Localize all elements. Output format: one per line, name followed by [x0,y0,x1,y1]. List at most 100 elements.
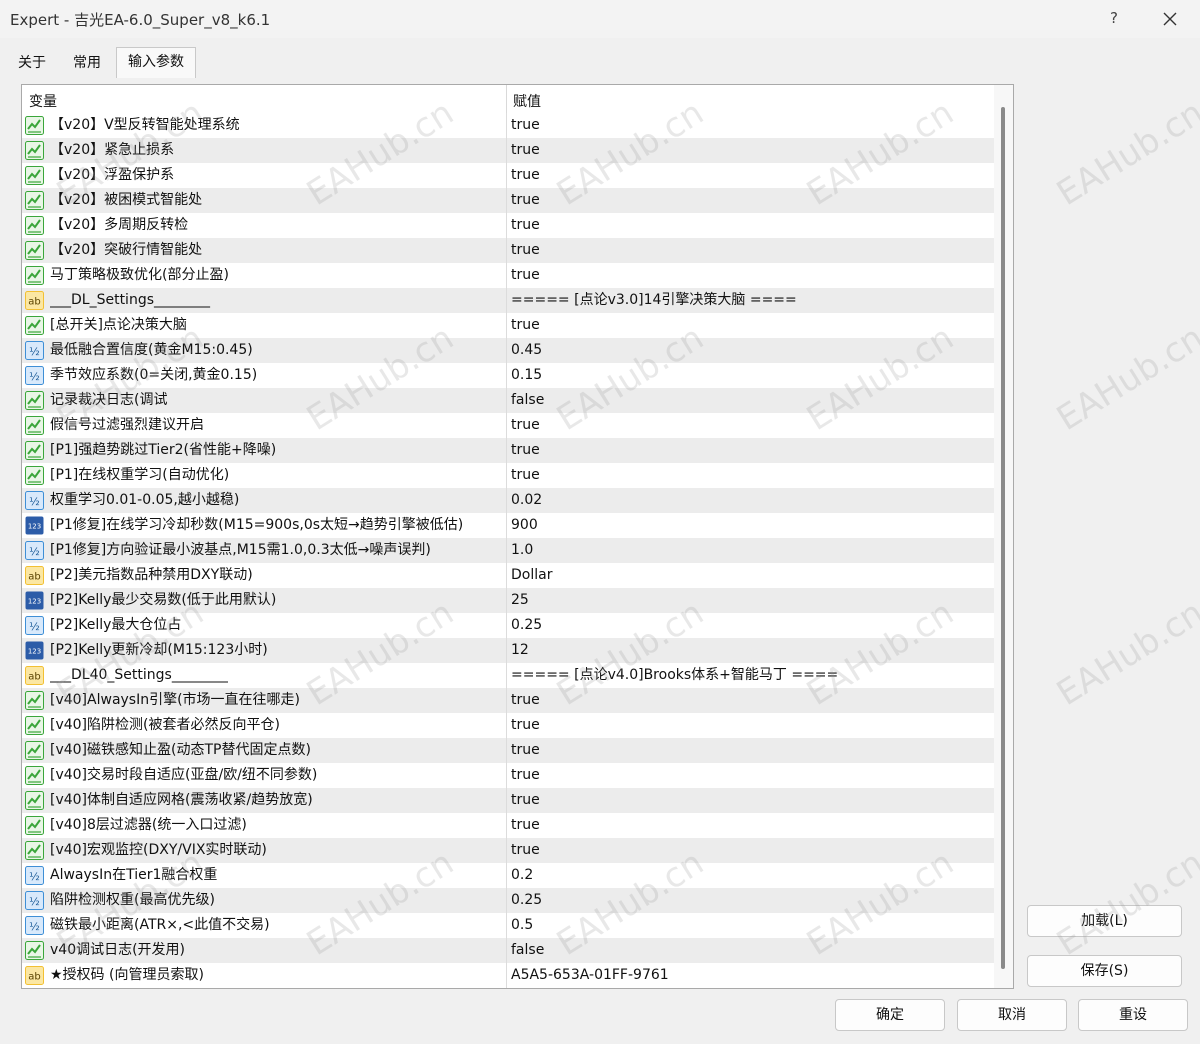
parameter-value[interactable]: true [511,138,989,163]
table-row[interactable]: [总开关]点论决策大脑 true [22,313,994,338]
column-divider[interactable] [506,85,507,113]
parameter-value[interactable]: true [511,238,989,263]
svg-text:½: ½ [29,495,40,508]
table-row[interactable]: v40调试日志(开发用) false [22,938,994,963]
parameter-value[interactable]: 900 [511,513,989,538]
double-type-icon: ½ [25,541,44,560]
table-row[interactable]: 【v20】多周期反转检 true [22,213,994,238]
tab-common[interactable]: 常用 [63,50,111,77]
parameter-name: [P2]Kelly更新冷却(M15:123小时) [50,642,268,658]
parameter-value[interactable]: ===== [点论v4.0]Brooks体系+智能马丁 ==== [511,663,989,688]
table-row[interactable]: ½ [P1修复]方向验证最小波基点,M15需1.0,0.3太低→噪声误判) 1.0 [22,538,994,563]
table-row[interactable]: 假信号过滤强烈建议开启 true [22,413,994,438]
tab-input-parameters[interactable]: 输入参数 [116,47,196,78]
table-row[interactable]: 【v20】浮盈保护系 true [22,163,994,188]
table-row[interactable]: 【v20】紧急止损系 true [22,138,994,163]
cell-divider [506,113,507,138]
parameter-value[interactable]: false [511,388,989,413]
parameter-value[interactable]: 0.02 [511,488,989,513]
parameter-value[interactable]: true [511,113,989,138]
table-row[interactable]: ½ 季节效应系数(0=关闭,黄金0.15) 0.15 [22,363,994,388]
cell-divider [506,363,507,388]
table-row[interactable]: [v40]AlwaysIn引擎(市场一直在往哪走) true [22,688,994,713]
table-row[interactable]: ab [P2]美元指数品种禁用DXY联动) Dollar [22,563,994,588]
parameter-value[interactable]: 12 [511,638,989,663]
table-row[interactable]: ab ___DL40_Settings________ ===== [点论v4.0]… [22,663,994,688]
parameter-value[interactable]: 1.0 [511,538,989,563]
help-button[interactable]: ? [1102,6,1126,30]
cancel-button[interactable]: 取消 [957,999,1067,1031]
parameter-value[interactable]: true [511,188,989,213]
bool-type-icon [25,191,44,210]
parameter-value[interactable]: true [511,763,989,788]
table-row[interactable]: ½ AlwaysIn在Tier1融合权重 0.2 [22,863,994,888]
parameter-name: 【v20】突破行情智能处 [50,242,203,258]
parameter-value[interactable]: true [511,788,989,813]
parameter-value[interactable]: 25 [511,588,989,613]
parameter-value[interactable]: true [511,713,989,738]
table-row[interactable]: 123 [P2]Kelly更新冷却(M15:123小时) 12 [22,638,994,663]
table-row[interactable]: [v40]体制自适应网格(震荡收紧/趋势放宽) true [22,788,994,813]
tab-about[interactable]: 关于 [8,50,56,77]
parameter-name: ___DL_Settings________ [50,292,211,308]
parameter-value[interactable]: 0.25 [511,613,989,638]
parameter-value[interactable]: true [511,263,989,288]
table-row[interactable]: ab ___DL_Settings________ ===== [点论v3.0]14… [22,288,994,313]
parameter-value[interactable]: A5A5-653A-01FF-9761 [511,963,989,988]
table-row[interactable]: [v40]8层过滤器(统一入口过滤) true [22,813,994,838]
table-row[interactable]: 123 [P2]Kelly最少交易数(低于此用默认) 25 [22,588,994,613]
table-row[interactable]: 记录裁决日志(调试 false [22,388,994,413]
table-row[interactable]: 马丁策略极致优化(部分止盈) true [22,263,994,288]
cell-divider [506,838,507,863]
table-row[interactable]: ½ [P2]Kelly最大仓位占 0.25 [22,613,994,638]
parameter-value[interactable]: true [511,688,989,713]
parameter-value[interactable]: true [511,838,989,863]
vertical-scrollbar[interactable] [994,85,1013,988]
table-row[interactable]: 【v20】V型反转智能处理系统 true [22,113,994,138]
table-row[interactable]: 123 [P1修复]在线学习冷却秒数(M15=900s,0s太短→趋势引擎被低估)… [22,513,994,538]
table-row[interactable]: ab ★授权码 (向管理员索取) A5A5-653A-01FF-9761 [22,963,994,988]
table-row[interactable]: ½ 磁铁最小距离(ATR×,<此值不交易) 0.5 [22,913,994,938]
table-row[interactable]: [v40]磁铁感知止盈(动态TP替代固定点数) true [22,738,994,763]
parameter-value[interactable]: 0.5 [511,913,989,938]
watermark-text: EAHub.cn [1050,317,1200,439]
scrollbar-thumb[interactable] [1001,107,1005,969]
table-row[interactable]: [v40]交易时段自适应(亚盘/欧/纽不同参数) true [22,763,994,788]
close-button[interactable] [1155,4,1185,34]
parameter-value[interactable]: ===== [点论v3.0]14引擎决策大脑 ==== [511,288,989,313]
table-row[interactable]: [v40]陷阱检测(被套者必然反向平仓) true [22,713,994,738]
column-header-value[interactable]: 赋值 [513,91,541,111]
table-row[interactable]: 【v20】被困模式智能处 true [22,188,994,213]
ok-button[interactable]: 确定 [835,999,945,1031]
parameter-value[interactable]: true [511,313,989,338]
save-button[interactable]: 保存(S) [1027,955,1182,987]
table-row[interactable]: ½ 权重学习0.01-0.05,越小越稳) 0.02 [22,488,994,513]
parameter-value[interactable]: true [511,413,989,438]
parameter-value[interactable]: true [511,738,989,763]
table-row[interactable]: [v40]宏观监控(DXY/VIX实时联动) true [22,838,994,863]
parameter-value[interactable]: Dollar [511,563,989,588]
parameter-value[interactable]: 0.45 [511,338,989,363]
parameter-name: [总开关]点论决策大脑 [50,317,187,333]
parameter-value[interactable]: 0.2 [511,863,989,888]
parameter-name: [P1]在线权重学习(自动优化) [50,467,230,483]
reset-button[interactable]: 重设 [1078,999,1188,1031]
table-row[interactable]: ½ 最低融合置信度(黄金M15:0.45) 0.45 [22,338,994,363]
table-row[interactable]: ½ 陷阱检测权重(最高优先级) 0.25 [22,888,994,913]
parameter-value[interactable]: true [511,163,989,188]
load-button[interactable]: 加载(L) [1027,905,1182,937]
table-row[interactable]: 【v20】突破行情智能处 true [22,238,994,263]
parameter-value[interactable]: true [511,463,989,488]
parameter-value[interactable]: true [511,213,989,238]
parameter-value[interactable]: true [511,813,989,838]
parameter-value[interactable]: 0.15 [511,363,989,388]
table-row[interactable]: [P1]在线权重学习(自动优化) true [22,463,994,488]
parameter-name: 【v20】V型反转智能处理系统 [50,117,240,133]
parameter-value[interactable]: 0.25 [511,888,989,913]
parameter-name: [P2]Kelly最大仓位占 [50,617,182,633]
parameter-value[interactable]: false [511,938,989,963]
parameter-value[interactable]: true [511,438,989,463]
table-row[interactable]: [P1]强趋势跳过Tier2(省性能+降噪) true [22,438,994,463]
double-type-icon: ½ [25,341,44,360]
column-header-variable[interactable]: 变量 [29,91,57,111]
